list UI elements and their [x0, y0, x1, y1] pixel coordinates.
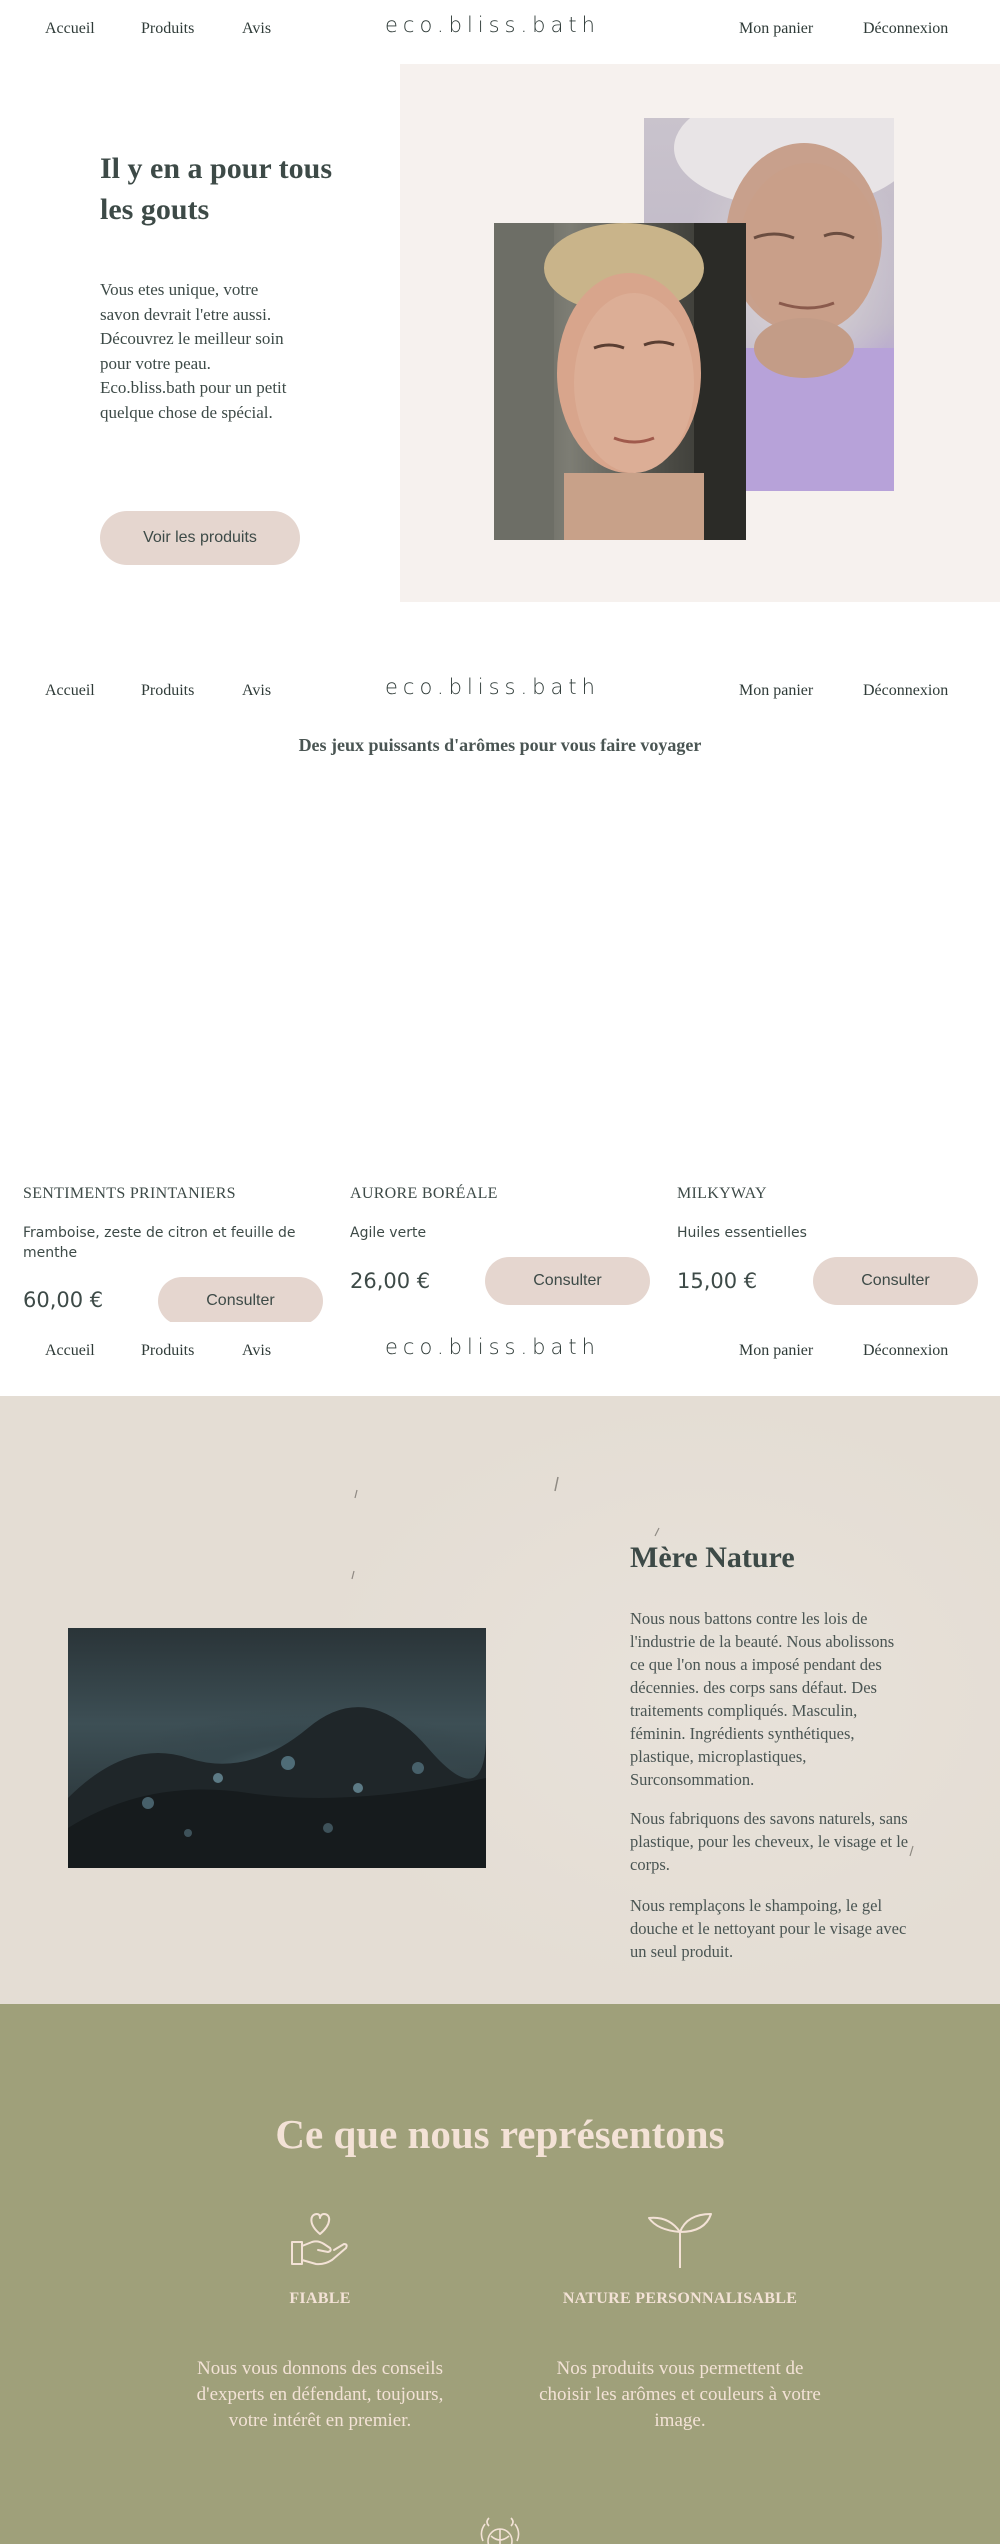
value-label-reliable: FIABLE: [289, 2290, 351, 2307]
product-name: MILKYWAY: [677, 1185, 767, 1202]
consult-button[interactable]: Consulter: [158, 1277, 323, 1325]
site-logo[interactable]: eco.bliss.bath: [385, 1335, 600, 1359]
product-name: SENTIMENTS PRINTANIERS: [23, 1185, 236, 1202]
volcanic-rock-photo: [68, 1628, 486, 1868]
product-price: 60,00 €: [23, 1288, 104, 1312]
consult-button[interactable]: Consulter: [485, 1257, 650, 1305]
sprout-icon: [645, 2210, 715, 2269]
nav-products-link[interactable]: Produits: [141, 1342, 194, 1360]
top-nav: Accueil Produits Avis eco.bliss.bath Mon…: [0, 1322, 1000, 1396]
product-description: Agile verte: [350, 1225, 427, 1241]
nav-cart-link[interactable]: Mon panier: [739, 682, 813, 700]
nav-products-link[interactable]: Produits: [141, 20, 194, 38]
hero-title: Il y en a pour tous les gouts: [100, 152, 333, 226]
nav-home-link[interactable]: Accueil: [45, 1342, 95, 1360]
value-text-reliable: Nous vous donnons des conseils d'experts…: [196, 2358, 444, 2431]
nature-paragraph-2: Nous fabriquons des savons naturels, san…: [630, 1809, 909, 1874]
young-person-photo: [494, 223, 746, 540]
nav-home-link[interactable]: Accueil: [45, 682, 95, 700]
nav-home-link[interactable]: Accueil: [45, 20, 95, 38]
leaf-badge-icon: [473, 2514, 527, 2544]
nav-reviews-link[interactable]: Avis: [242, 20, 271, 38]
product-name: AURORE BORÉALE: [350, 1185, 498, 1202]
values-title: Ce que nous représentons: [275, 2111, 725, 2157]
product-card: SENTIMENTS PRINTANIERS Framboise, zeste …: [23, 1185, 353, 1325]
consult-button[interactable]: Consulter: [813, 1257, 978, 1305]
view-products-button[interactable]: Voir les produits: [100, 511, 300, 565]
nav-products-link[interactable]: Produits: [141, 682, 194, 700]
product-card: AURORE BORÉALE Agile verte 26,00 € Consu…: [350, 1185, 680, 1305]
nature-paragraph-3: Nous remplaçons le shampoing, le gel dou…: [630, 1896, 907, 1961]
site-logo[interactable]: eco.bliss.bath: [385, 13, 600, 37]
hero-text: Vous etes unique, votre savon devrait l'…: [100, 280, 287, 422]
nav-logout-link[interactable]: Déconnexion: [863, 1342, 948, 1360]
product-description: Framboise, zeste de citron et feuille de…: [23, 1225, 296, 1261]
heart-hand-icon: [290, 2210, 350, 2268]
site-logo[interactable]: eco.bliss.bath: [385, 675, 600, 699]
product-price: 15,00 €: [677, 1269, 758, 1293]
nature-title: Mère Nature: [630, 1541, 795, 1574]
nav-reviews-link[interactable]: Avis: [242, 682, 271, 700]
product-price: 26,00 €: [350, 1269, 431, 1293]
nav-cart-link[interactable]: Mon panier: [739, 20, 813, 38]
products-subtitle: Des jeux puissants d'arômes pour vous fa…: [298, 735, 702, 755]
value-text-customizable: Nos produits vous permettent de choisir …: [539, 2358, 821, 2431]
values-section-background: [0, 2004, 1000, 2544]
product-card: MILKYWAY Huiles essentielles 15,00 € Con…: [677, 1185, 1000, 1305]
nature-paragraph-1: Nous nous battons contre les lois de l'i…: [630, 1609, 895, 1789]
top-nav: Accueil Produits Avis eco.bliss.bath Mon…: [0, 0, 1000, 60]
top-nav: Accueil Produits Avis eco.bliss.bath Mon…: [0, 662, 1000, 722]
product-description: Huiles essentielles: [677, 1225, 807, 1241]
value-label-customizable: NATURE PERSONNALISABLE: [562, 2290, 798, 2307]
nav-logout-link[interactable]: Déconnexion: [863, 682, 948, 700]
nav-cart-link[interactable]: Mon panier: [739, 1342, 813, 1360]
nav-reviews-link[interactable]: Avis: [242, 1342, 271, 1360]
nav-logout-link[interactable]: Déconnexion: [863, 20, 948, 38]
